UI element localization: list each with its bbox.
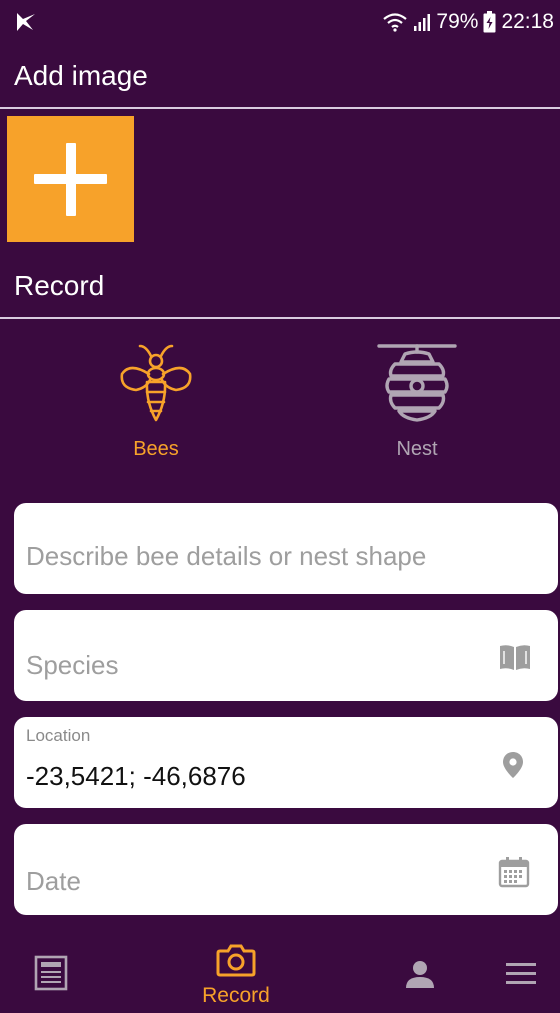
description-field[interactable]: Describe bee details or nest shape [14,503,558,594]
description-placeholder: Describe bee details or nest shape [26,541,427,571]
clock: 22:18 [501,10,554,33]
battery-icon [483,11,496,33]
date-field[interactable]: Date [14,824,558,915]
bees-label: Bees [133,438,179,460]
add-image-title: Add image [14,60,148,91]
bottom-navigation: Record [0,935,560,1013]
status-bar: 79% 22:18 [0,0,560,44]
nav-record[interactable]: Record [196,943,276,1008]
nest-label: Nest [396,438,438,460]
wifi-icon [382,12,408,32]
record-header: Record [0,258,560,319]
battery-percentage: 79% [436,10,479,33]
app-notification-icon [14,10,38,34]
nav-records-list[interactable] [34,955,68,996]
record-type-bees[interactable]: Bees [76,340,236,470]
species-placeholder: Species [26,650,119,680]
date-placeholder: Date [26,866,81,896]
record-title: Record [14,270,105,301]
camera-icon [216,944,256,981]
species-field[interactable]: Species [14,610,558,701]
location-field[interactable]: Location -23,5421; -46,6876 [14,717,558,808]
person-icon [405,961,435,993]
nav-record-label: Record [202,984,270,1007]
nav-profile[interactable] [405,959,435,994]
add-image-button[interactable] [7,116,134,242]
signal-icon [413,12,431,32]
location-label: Location [26,726,91,745]
calendar-icon[interactable] [498,856,530,893]
map-pin-icon[interactable] [502,751,524,784]
record-type-nest[interactable]: Nest [337,340,497,470]
location-value: -23,5421; -46,6876 [26,761,246,791]
nav-menu[interactable] [505,961,537,992]
list-icon [34,955,68,995]
hamburger-menu-icon [505,963,537,991]
beehive-icon [375,340,459,431]
status-indicators: 79% 22:18 [382,8,554,36]
book-icon[interactable] [498,642,532,677]
bee-icon [116,340,196,431]
add-image-header: Add image [0,48,560,109]
